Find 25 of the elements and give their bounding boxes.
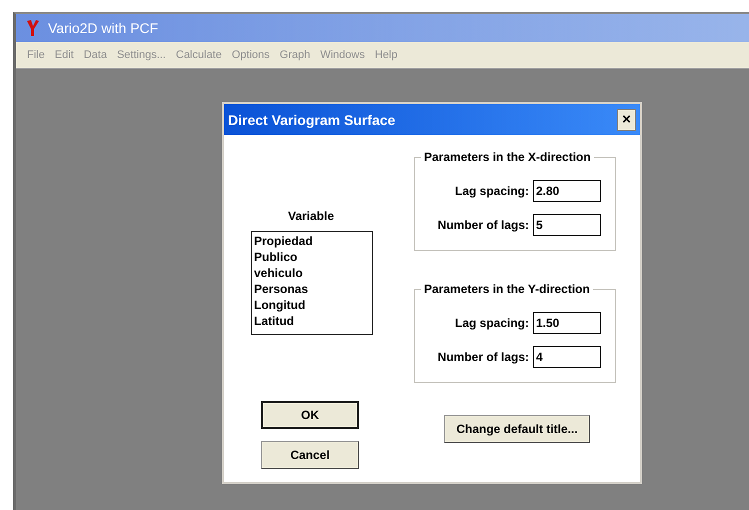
list-item[interactable]: Latitud (254, 313, 370, 329)
input-field[interactable]: 5 (533, 214, 601, 236)
change-title-button[interactable]: Change default title... (444, 415, 590, 443)
input-field[interactable]: 1.50 (533, 312, 601, 334)
input-field[interactable]: 4 (533, 346, 601, 368)
group-legend: Parameters in the Y-direction (421, 282, 593, 296)
field-label: Number of lags: (438, 218, 529, 232)
field-label: Number of lags: (438, 350, 529, 364)
input-field[interactable]: 2.80 (533, 180, 601, 202)
variable-list[interactable]: Propiedad Publico vehiculo Personas Longitud Latitud (251, 231, 373, 335)
dialog-title: Direct Variogram Surface (228, 112, 396, 128)
field-label: Lag spacing: (454, 184, 529, 198)
dialog-button[interactable]: OK (261, 401, 359, 429)
field-label: Lag spacing: (454, 316, 529, 330)
list-item[interactable]: Longitud (254, 297, 370, 313)
dialog-button[interactable]: Cancel (261, 441, 359, 469)
close-button[interactable]: × (617, 108, 636, 130)
list-item[interactable]: Propiedad (254, 233, 370, 249)
list-item[interactable]: vehiculo (254, 265, 370, 281)
list-item[interactable]: Personas (254, 281, 370, 297)
variable-label: Variable (286, 209, 336, 223)
group-legend: Parameters in the X-direction (421, 150, 594, 164)
app-logo-icon (26, 19, 40, 37)
window-title: Vario2D with PCF (48, 20, 158, 36)
list-item[interactable]: Publico (254, 249, 370, 265)
